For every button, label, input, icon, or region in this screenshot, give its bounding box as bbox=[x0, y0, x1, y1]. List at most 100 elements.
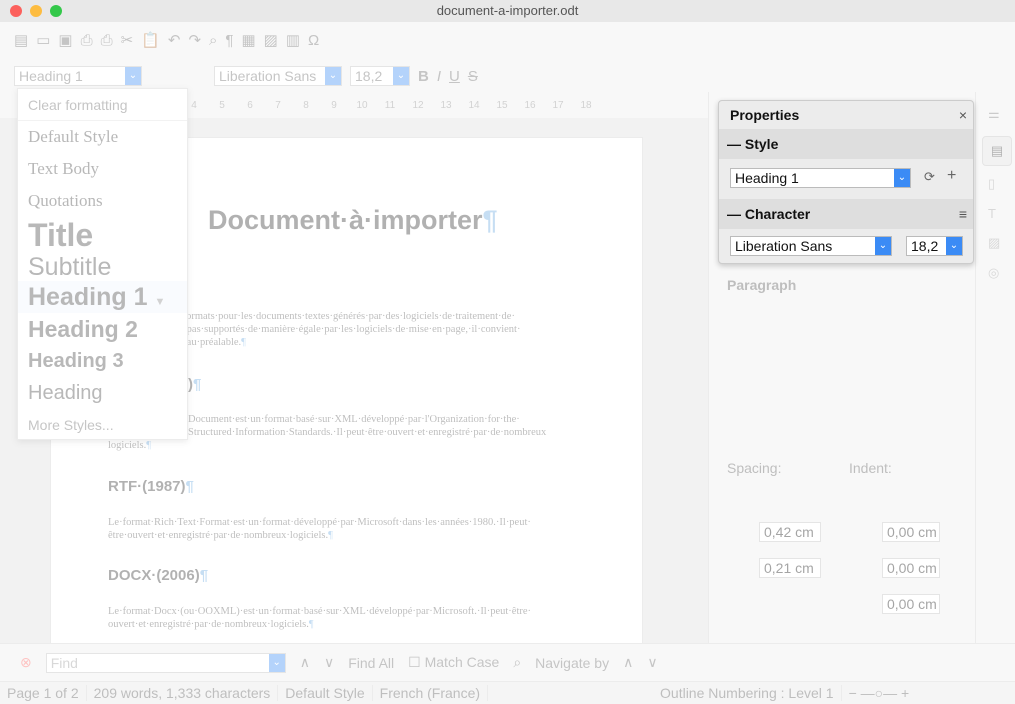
close-find-icon[interactable]: ⊗ bbox=[20, 654, 32, 671]
menu-item-text-body[interactable]: Text Body bbox=[18, 153, 187, 185]
paste-icon[interactable]: 📋 bbox=[141, 31, 160, 49]
font-size-select[interactable]: 18,2 ⌄ bbox=[906, 236, 963, 256]
style-select[interactable]: Heading 1 ⌄ bbox=[730, 168, 911, 188]
navigate-down-icon[interactable]: ∨ bbox=[647, 654, 657, 671]
italic-icon[interactable]: I bbox=[437, 68, 441, 85]
gallery-tab-icon[interactable]: ▨ bbox=[988, 235, 1015, 251]
underline-icon[interactable]: U bbox=[449, 68, 460, 85]
find-all-button[interactable]: Find All bbox=[348, 655, 394, 671]
print-icon[interactable]: ⎙ bbox=[101, 32, 113, 49]
chevron-down-icon[interactable]: ⌄ bbox=[875, 237, 891, 255]
menu-item-title[interactable]: Title bbox=[18, 217, 187, 253]
undo-icon[interactable]: ↶ bbox=[168, 31, 181, 49]
font-size-box[interactable]: 18,2 ⌄ bbox=[350, 66, 410, 86]
maximize-window-button[interactable] bbox=[50, 5, 62, 17]
new-style-icon[interactable]: + bbox=[947, 167, 956, 185]
image-icon[interactable]: ▨ bbox=[264, 31, 278, 49]
navigate-up-icon[interactable]: ∧ bbox=[623, 654, 633, 671]
spacing-below-field[interactable]: 0,21 cm bbox=[759, 558, 821, 578]
menu-item-quotations[interactable]: Quotations bbox=[18, 185, 187, 217]
table-icon[interactable]: ▦ bbox=[241, 31, 255, 49]
styles-tab-icon[interactable]: T bbox=[988, 206, 1015, 221]
spacing-label: Spacing: bbox=[727, 460, 782, 476]
indent-after-field[interactable]: 0,00 cm bbox=[882, 558, 940, 578]
menu-item-heading-3[interactable]: Heading 3 bbox=[18, 345, 187, 377]
paragraph-rtf[interactable]: Le·format·Rich·Text·Format·est·un·format… bbox=[108, 516, 588, 542]
properties-panel: Properties × — Style Heading 1 ⌄ ⟳ + — Cha… bbox=[718, 100, 974, 264]
sidebar-tab-bar: ⚌ ▤ ▯ T ▨ ◎ bbox=[975, 92, 1015, 643]
find-previous-icon[interactable]: ∧ bbox=[300, 654, 310, 671]
cut-icon[interactable]: ✂ bbox=[121, 31, 134, 49]
font-name-box[interactable]: Liberation Sans ⌄ bbox=[214, 66, 342, 86]
character-section-header[interactable]: — Character ≡ bbox=[719, 199, 973, 229]
zoom-slider[interactable]: − —○— + bbox=[842, 685, 917, 701]
indent-before-field[interactable]: 0,00 cm bbox=[882, 522, 940, 542]
heading-odt[interactable]: )¶ bbox=[188, 376, 201, 393]
paragraph-intro[interactable]: s·formats·pour·les·documents·textes·géné… bbox=[175, 310, 655, 349]
paragraph-section-title: Paragraph bbox=[727, 277, 797, 293]
style-section-header[interactable]: — Style bbox=[719, 129, 973, 159]
close-window-button[interactable] bbox=[10, 5, 22, 17]
special-char-icon[interactable]: Ω bbox=[308, 32, 319, 49]
bold-icon[interactable]: B bbox=[418, 68, 429, 85]
find-toolbar: ⊗ Find ⌄ ∧ ∨ Find All ☐ Match Case ⌕ Navig… bbox=[0, 643, 1015, 681]
chevron-down-icon[interactable]: ⌄ bbox=[268, 653, 285, 672]
menu-item-clear-formatting[interactable]: Clear formatting bbox=[18, 89, 187, 121]
properties-slider-icon[interactable]: ⚌ bbox=[988, 106, 1015, 122]
style-dropdown-menu: Clear formatting Default Style Text Body… bbox=[17, 88, 188, 440]
chevron-down-icon[interactable]: ⌄ bbox=[946, 237, 962, 255]
spacing-above-field[interactable]: 0,42 cm bbox=[759, 522, 821, 542]
new-icon[interactable]: ▤ bbox=[14, 31, 28, 49]
close-icon[interactable]: × bbox=[959, 101, 967, 129]
find-next-icon[interactable]: ∨ bbox=[324, 654, 334, 671]
page-count[interactable]: Page 1 of 2 bbox=[0, 685, 87, 701]
menu-item-heading-2[interactable]: Heading 2 bbox=[18, 313, 187, 345]
more-options-icon[interactable]: ≡ bbox=[959, 199, 967, 229]
formatting-marks-icon[interactable]: ¶ bbox=[225, 32, 233, 49]
page-tab-icon[interactable]: ▯ bbox=[988, 176, 1015, 192]
export-pdf-icon[interactable]: ⎙ bbox=[81, 32, 93, 49]
font-name-select[interactable]: Liberation Sans ⌄ bbox=[730, 236, 892, 256]
first-line-indent-field[interactable]: 0,00 cm bbox=[882, 594, 940, 614]
ruler: 4 5 6 7 8 9 10 11 12 13 14 15 16 17 18 bbox=[191, 100, 592, 111]
chevron-down-icon[interactable]: ⌄ bbox=[325, 67, 341, 85]
match-case-checkbox[interactable]: ☐ Match Case bbox=[408, 654, 499, 671]
doc-title[interactable]: Document·à·importer¶ bbox=[208, 205, 498, 236]
indent-label: Indent: bbox=[849, 460, 892, 476]
properties-header: Properties × bbox=[719, 101, 973, 129]
properties-tab-icon[interactable]: ▤ bbox=[982, 136, 1012, 166]
navigator-tab-icon[interactable]: ◎ bbox=[988, 265, 1015, 281]
save-icon[interactable]: ▣ bbox=[58, 31, 72, 49]
title-bar: document-a-importer.odt bbox=[0, 0, 1015, 22]
update-style-icon[interactable]: ⟳ bbox=[924, 169, 935, 185]
menu-item-heading[interactable]: Heading bbox=[18, 377, 187, 409]
status-bar: Page 1 of 2 209 words, 1,333 characters … bbox=[0, 681, 1015, 704]
menu-item-heading-1[interactable]: Heading 1 ▼ bbox=[18, 281, 187, 313]
language[interactable]: French (France) bbox=[373, 685, 489, 701]
chevron-down-icon[interactable]: ⌄ bbox=[125, 67, 141, 85]
minimize-window-button[interactable] bbox=[30, 5, 42, 17]
chevron-down-icon[interactable]: ⌄ bbox=[393, 67, 409, 85]
redo-icon[interactable]: ↷ bbox=[188, 31, 201, 49]
chart-icon[interactable]: ▥ bbox=[286, 31, 300, 49]
standard-toolbar: ▤ ▭ ▣ ⎙ ⎙ ✂ 📋 ↶ ↷ ⌕ ¶ ▦ ▨ ▥ Ω bbox=[0, 24, 1015, 56]
find-input[interactable]: Find ⌄ bbox=[45, 652, 286, 673]
page-style[interactable]: Default Style bbox=[278, 685, 373, 701]
menu-item-subtitle[interactable]: Subtitle bbox=[18, 253, 187, 281]
word-count[interactable]: 209 words, 1,333 characters bbox=[87, 685, 279, 701]
menu-item-default-style[interactable]: Default Style bbox=[18, 121, 187, 153]
find-icon[interactable]: ⌕ bbox=[209, 32, 217, 49]
chevron-down-icon[interactable]: ▼ bbox=[154, 296, 165, 308]
outline-numbering: Outline Numbering : Level 1 bbox=[653, 685, 842, 701]
paragraph-style-box[interactable]: Heading 1 ⌄ bbox=[14, 66, 142, 86]
open-icon[interactable]: ▭ bbox=[36, 31, 50, 49]
chevron-down-icon[interactable]: ⌄ bbox=[894, 169, 910, 187]
heading-docx[interactable]: DOCX·(2006)¶ bbox=[108, 567, 208, 584]
window-title: document-a-importer.odt bbox=[436, 3, 579, 18]
strikethrough-icon[interactable]: S bbox=[468, 68, 478, 85]
heading-rtf[interactable]: RTF·(1987)¶ bbox=[108, 478, 194, 495]
paragraph-docx[interactable]: Le·format·Docx·(ou·OOXML)·est·un·format·… bbox=[108, 605, 588, 631]
navigate-by-label: Navigate by bbox=[535, 654, 610, 671]
search-icon[interactable]: ⌕ bbox=[513, 654, 521, 671]
menu-item-more-styles[interactable]: More Styles... bbox=[18, 409, 187, 441]
